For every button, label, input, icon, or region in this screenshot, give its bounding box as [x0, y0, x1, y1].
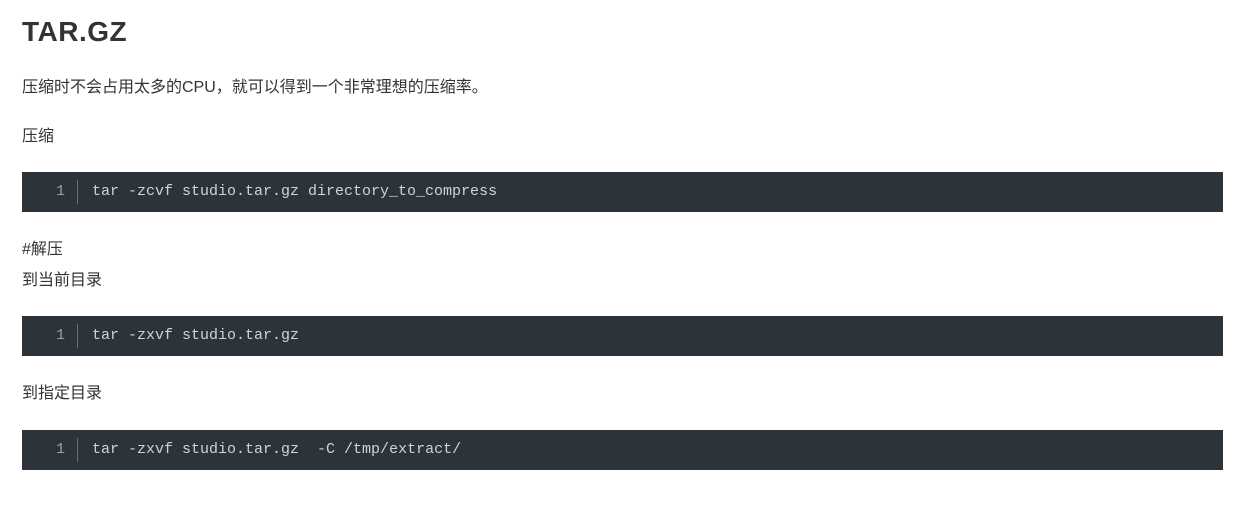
code-text: tar -zxvf studio.tar.gz -C [92, 441, 344, 458]
code-path-segment: / [452, 441, 461, 458]
code-content[interactable]: tar -zxvf studio.tar.gz [78, 324, 313, 348]
label-decompress-hash: #解压 [22, 236, 1223, 263]
code-gutter: 1 [22, 180, 78, 204]
code-block-compress: 1 tar -zcvf studio.tar.gz directory_to_c… [22, 172, 1223, 212]
code-gutter: 1 [22, 324, 78, 348]
code-block-extract-target: 1 tar -zxvf studio.tar.gz -C /tmp/extrac… [22, 430, 1223, 470]
label-to-current-dir: 到当前目录 [22, 267, 1223, 294]
label-to-target-dir: 到指定目录 [22, 380, 1223, 407]
section-heading: TAR.GZ [22, 8, 1223, 56]
label-compress: 压缩 [22, 123, 1223, 150]
intro-paragraph: 压缩时不会占用太多的CPU，就可以得到一个非常理想的压缩率。 [22, 74, 1223, 101]
code-path-segment: extract [389, 441, 452, 458]
code-block-extract-current: 1 tar -zxvf studio.tar.gz [22, 316, 1223, 356]
code-gutter: 1 [22, 438, 78, 462]
code-content[interactable]: tar -zcvf studio.tar.gz directory_to_com… [78, 180, 511, 204]
code-path-segment: /tmp/ [344, 441, 389, 458]
code-content[interactable]: tar -zxvf studio.tar.gz -C /tmp/extract/ [78, 438, 475, 462]
